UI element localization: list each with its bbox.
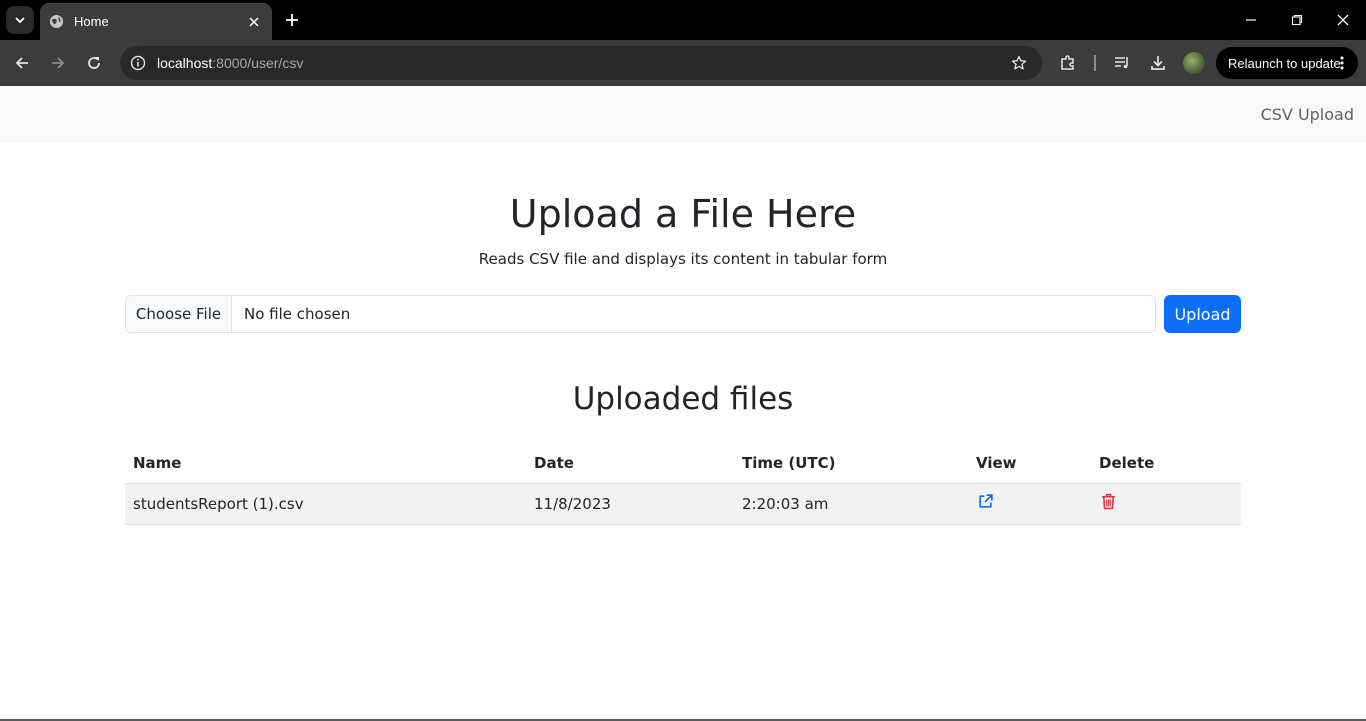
- restore-icon: [1291, 14, 1303, 26]
- close-icon: [1337, 14, 1349, 26]
- file-input[interactable]: Choose File No file chosen: [125, 295, 1156, 333]
- uploaded-files-table: Name Date Time (UTC) View Delete student…: [125, 444, 1241, 525]
- column-header-delete: Delete: [1091, 444, 1241, 484]
- downloads-button[interactable]: [1144, 49, 1172, 77]
- tab-search-button[interactable]: [6, 6, 34, 34]
- download-icon: [1151, 56, 1165, 70]
- column-header-date: Date: [526, 444, 734, 484]
- toolbar-separator: [1094, 55, 1096, 71]
- minimize-icon: [1246, 19, 1256, 21]
- globe-icon: [48, 14, 64, 30]
- playlist-icon: [1115, 57, 1128, 69]
- forward-button[interactable]: [44, 49, 72, 77]
- close-tab-icon[interactable]: [244, 12, 264, 32]
- more-vertical-icon[interactable]: [1334, 55, 1350, 71]
- extensions-button[interactable]: [1054, 49, 1082, 77]
- chevron-down-icon: [15, 17, 25, 24]
- url-path: :8000/user/csv: [212, 55, 304, 71]
- puzzle-icon: [1061, 55, 1074, 70]
- table-header-row: Name Date Time (UTC) View Delete: [125, 444, 1241, 484]
- address-bar[interactable]: localhost:8000/user/csv: [120, 46, 1042, 80]
- file-date-cell: 11/8/2023: [526, 483, 734, 525]
- url-host: localhost: [157, 55, 213, 71]
- upload-button[interactable]: Upload: [1164, 295, 1241, 333]
- nav-link-csv-upload[interactable]: CSV Upload: [1261, 105, 1354, 124]
- restore-button[interactable]: [1285, 8, 1309, 32]
- bookmark-star-icon[interactable]: [1008, 52, 1030, 74]
- new-tab-button[interactable]: [280, 8, 304, 32]
- site-info-icon[interactable]: [126, 51, 150, 75]
- browser-toolbar: localhost:8000/user/csv Relaunch to upda…: [0, 40, 1366, 86]
- reload-button[interactable]: [80, 49, 108, 77]
- browser-tab-active[interactable]: Home: [40, 3, 272, 40]
- file-name-cell: studentsReport (1).csv: [125, 483, 526, 525]
- external-link-icon[interactable]: [976, 493, 994, 511]
- delete-cell: [1091, 483, 1241, 525]
- reload-icon: [88, 57, 100, 69]
- media-controls-button[interactable]: [1108, 49, 1136, 77]
- url-text: localhost:8000/user/csv: [157, 55, 303, 71]
- profile-avatar[interactable]: [1183, 52, 1205, 74]
- arrow-left-icon: [15, 57, 28, 69]
- column-header-time: Time (UTC): [734, 444, 968, 484]
- tab-title: Home: [74, 14, 109, 29]
- view-cell: [968, 483, 1091, 525]
- back-button[interactable]: [8, 49, 36, 77]
- arrow-right-icon: [52, 57, 65, 69]
- relaunch-to-update-button[interactable]: Relaunch to update: [1216, 47, 1358, 79]
- trash-icon[interactable]: [1099, 493, 1117, 511]
- relaunch-label: Relaunch to update: [1228, 55, 1341, 71]
- file-status-text: No file chosen: [244, 305, 351, 323]
- minimize-button[interactable]: [1239, 8, 1263, 32]
- choose-file-button[interactable]: Choose File: [126, 296, 232, 332]
- column-header-name: Name: [125, 444, 526, 484]
- site-navbar: CSV Upload: [0, 86, 1366, 143]
- file-time-cell: 2:20:03 am: [734, 483, 968, 525]
- plus-icon: [286, 14, 298, 26]
- browser-tab-strip: Home: [0, 0, 1366, 40]
- page-title: Upload a File Here: [509, 192, 857, 236]
- close-window-button[interactable]: [1331, 8, 1355, 32]
- page-subtitle: Reads CSV file and displays its content …: [478, 250, 888, 268]
- uploaded-files-title: Uploaded files: [572, 381, 794, 417]
- table-row: studentsReport (1).csv 11/8/2023 2:20:03…: [125, 483, 1241, 525]
- column-header-view: View: [968, 444, 1091, 484]
